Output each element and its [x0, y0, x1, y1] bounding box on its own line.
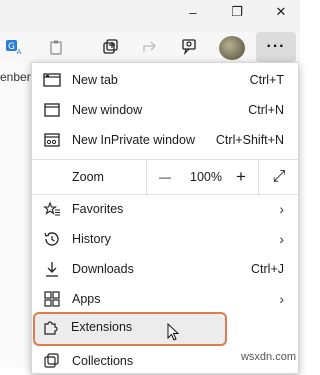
svg-text:A: A	[17, 48, 22, 56]
menu-item-label: New tab	[72, 73, 118, 87]
chevron-right-icon: ›	[279, 201, 284, 217]
menu-item-history[interactable]: History ›	[32, 225, 298, 253]
shortcut-text: Ctrl+J	[251, 262, 284, 276]
menu-item-favorites[interactable]: Favorites ›	[32, 195, 298, 223]
collections-toolbar-button[interactable]	[98, 36, 122, 58]
feedback-icon	[182, 39, 196, 55]
translate-icon: G A	[6, 40, 22, 56]
menu-item-new-inprivate[interactable]: New InPrivate window Ctrl+Shift+N	[32, 126, 298, 154]
menu-item-label: Apps	[72, 292, 101, 306]
zoom-divider	[258, 160, 259, 194]
menu-item-new-window[interactable]: New window Ctrl+N	[32, 96, 298, 124]
new-tab-icon	[42, 70, 62, 90]
clipboard-icon	[50, 40, 62, 55]
apps-icon	[42, 289, 62, 309]
new-window-icon	[42, 100, 62, 120]
fullscreen-icon: ⤢	[272, 168, 286, 185]
menu-item-label: Downloads	[72, 262, 134, 276]
minimize-icon: –	[189, 4, 197, 20]
collections-icon	[103, 39, 118, 54]
share-icon	[143, 41, 156, 52]
watermark: wsxdn.com	[240, 351, 296, 363]
svg-text:G: G	[8, 42, 15, 52]
menu-item-label: Extensions	[71, 320, 133, 334]
menu-item-label: Favorites	[72, 202, 124, 216]
minus-icon: —	[159, 170, 171, 184]
chevron-right-icon: ›	[279, 231, 284, 247]
share-button[interactable]	[138, 36, 162, 58]
feedback-button[interactable]	[178, 36, 202, 58]
shortcut-text: Ctrl+Shift+N	[215, 133, 284, 147]
plus-icon: +	[236, 167, 246, 186]
zoom-in-button[interactable]: +	[228, 160, 254, 194]
close-window-button[interactable]: ✕	[258, 0, 304, 24]
restore-button[interactable]: ❐	[214, 0, 260, 24]
menu-item-label: New window	[72, 103, 143, 117]
minimize-button[interactable]: –	[170, 0, 216, 24]
menu-item-label: Collections	[72, 354, 134, 368]
zoom-value: 100%	[190, 170, 222, 184]
shortcut-text: Ctrl+N	[248, 103, 284, 117]
menu-item-zoom: Zoom — 100% + ⤢	[32, 160, 298, 194]
history-icon	[42, 229, 62, 249]
chevron-right-icon: ›	[279, 291, 284, 307]
read-aloud-button[interactable]	[44, 36, 68, 58]
page-content-left	[0, 62, 33, 367]
more-icon: ···	[266, 38, 286, 55]
zoom-label: Zoom	[72, 170, 104, 184]
close-icon: ✕	[275, 4, 287, 19]
menu-item-downloads[interactable]: Downloads Ctrl+J	[32, 255, 298, 283]
profile-avatar[interactable]	[219, 36, 245, 60]
menu-item-apps[interactable]: Apps ›	[32, 285, 298, 313]
inprivate-icon	[42, 130, 62, 150]
fullscreen-button[interactable]: ⤢	[262, 160, 296, 194]
zoom-out-button[interactable]: —	[150, 160, 180, 194]
download-icon	[42, 259, 62, 279]
menu-item-label: New InPrivate window	[72, 133, 195, 147]
zoom-divider	[146, 160, 147, 194]
shortcut-text: Ctrl+T	[249, 73, 284, 87]
settings-and-more-button[interactable]: ···	[256, 32, 296, 62]
menu-item-label: History	[72, 232, 111, 246]
menu-item-new-tab[interactable]: New tab Ctrl+T	[32, 66, 298, 94]
collections-icon	[42, 351, 62, 371]
translate-button[interactable]: G A	[2, 36, 26, 58]
favorites-icon	[42, 199, 62, 219]
restore-icon: ❐	[231, 4, 243, 19]
extensions-icon	[41, 317, 61, 337]
mouse-cursor-icon	[167, 323, 180, 341]
menu-item-extensions[interactable]: Extensions	[31, 313, 221, 341]
